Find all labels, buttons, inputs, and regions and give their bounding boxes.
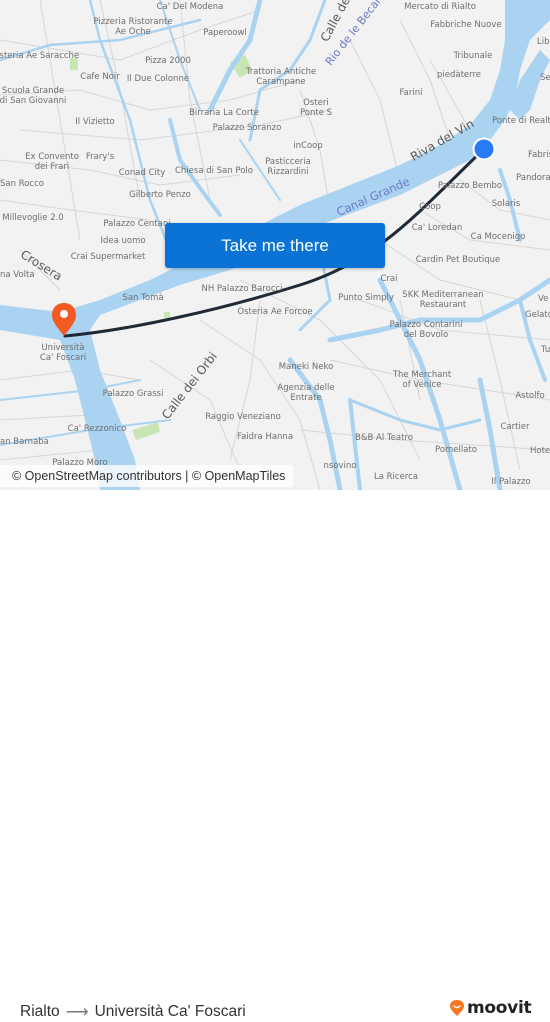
destination-name: Università Ca' Foscari bbox=[94, 1003, 246, 1020]
place-label: inCoop bbox=[293, 141, 323, 151]
place-label: B&B Al Teatro bbox=[355, 433, 413, 443]
place-label: Il Palazzo bbox=[491, 477, 531, 487]
map-canvas[interactable]: Ca' Del Modena Pizzeria Ristorante Ae Oc… bbox=[0, 0, 550, 490]
destination-label: Università Ca' Foscari bbox=[39, 343, 87, 363]
place-label: Palazzo Soranzo bbox=[212, 123, 282, 133]
place-label: Frary's bbox=[85, 152, 115, 162]
moovit-pin-icon bbox=[450, 1000, 464, 1016]
place-label: Osteria Ae Saracche bbox=[0, 51, 80, 61]
place-label: Birraria La Corte bbox=[189, 108, 259, 118]
place-label: Conad City bbox=[118, 168, 166, 178]
origin-name: Rialto bbox=[20, 1003, 60, 1020]
place-label: Scuola Grande di San Giovanni bbox=[0, 86, 67, 106]
place-label: Crai bbox=[380, 274, 398, 284]
place-label: Mercato di Rialto bbox=[404, 2, 476, 12]
place-label: nsovino bbox=[323, 461, 357, 471]
route-title: Rialto ⟶ Università Ca' Foscari bbox=[20, 1002, 246, 1022]
place-label: Coop bbox=[419, 202, 441, 212]
place-label: Sep bbox=[540, 73, 550, 83]
place-label: The Merchant of Venice bbox=[392, 370, 452, 390]
place-label: Pizzeria Ristorante Ae Oche bbox=[93, 17, 173, 37]
footer-bar: Rialto ⟶ Università Ca' Foscari moovit bbox=[0, 490, 550, 1021]
place-label: Agenzia delle Entrate bbox=[277, 383, 335, 403]
place-label: Paperoowl bbox=[203, 28, 247, 38]
place-label: Pandora bbox=[516, 173, 550, 183]
place-label: piedàterre bbox=[436, 70, 482, 80]
place-label: Palazzo Contarini del Bovolo bbox=[389, 320, 463, 340]
place-label: Ca' Rezzonico bbox=[67, 424, 127, 434]
place-label: SKK Mediterranean Restaurant bbox=[402, 290, 484, 310]
place-label: San Rocco bbox=[0, 179, 44, 189]
place-label: Pasticceria Rizzardini bbox=[265, 157, 311, 177]
place-label: an Barnaba bbox=[0, 437, 49, 447]
place-label: Palazzo Bembo bbox=[437, 181, 503, 191]
place-label: Ca' Del Modena bbox=[156, 2, 224, 12]
moovit-logo[interactable]: moovit bbox=[449, 998, 532, 1018]
place-label: Hotel bbox=[530, 446, 550, 456]
place-label: Millevoglie 2.0 bbox=[2, 213, 64, 223]
place-label: Libr bbox=[537, 37, 550, 47]
place-label: Tribunale bbox=[453, 51, 493, 61]
place-label: Maneki Neko bbox=[278, 362, 334, 372]
place-label: Ponte di Realto bbox=[492, 116, 550, 126]
place-label: Tu bbox=[541, 345, 550, 355]
place-label: Trattoria Antiche Carampane bbox=[245, 67, 317, 87]
place-label: Cafe Noir bbox=[80, 72, 120, 82]
place-label: Fabbriche Nuove bbox=[430, 20, 502, 30]
place-label: Gilberto Penzo bbox=[129, 190, 191, 200]
arrow-right-icon: ⟶ bbox=[65, 1004, 89, 1021]
place-label: Cartier bbox=[500, 422, 530, 432]
place-label: Gelato bbox=[525, 310, 550, 320]
place-label: Ex Convento dei Frari bbox=[25, 152, 79, 172]
place-label: Pizza 2000 bbox=[145, 56, 191, 66]
take-me-there-button[interactable]: Take me there bbox=[165, 223, 385, 268]
place-label: Fabris bbox=[528, 150, 550, 160]
place-label: Raggio Veneziano bbox=[205, 412, 281, 422]
place-label: Ve bbox=[538, 294, 549, 304]
place-label: NH Palazzo Barocci bbox=[201, 284, 283, 294]
place-label: Palazzo Grassi bbox=[102, 389, 164, 399]
place-label: na Volta bbox=[0, 270, 35, 280]
place-label: Ca Mocenigo bbox=[470, 232, 526, 242]
place-label: Osteria Ae Forcoe bbox=[237, 307, 313, 317]
map-attribution[interactable]: © OpenStreetMap contributors | © OpenMap… bbox=[0, 465, 294, 487]
origin-marker[interactable] bbox=[472, 137, 496, 161]
place-label: Pomellato bbox=[435, 445, 477, 455]
place-label: Il Vizietto bbox=[75, 117, 115, 127]
place-label: Il Due Colonne bbox=[126, 74, 190, 84]
place-label: San Tomà bbox=[122, 293, 164, 303]
place-label: Idea uomo bbox=[100, 236, 146, 246]
place-label: Ca' Loredan bbox=[411, 223, 463, 233]
place-label: Osteri Ponte S bbox=[299, 98, 333, 118]
place-label: Astolfo bbox=[515, 391, 545, 401]
brand-name: moovit bbox=[467, 998, 532, 1018]
place-label: Crai Supermarket bbox=[70, 252, 146, 262]
place-label: Cardin Pet Boutique bbox=[415, 255, 501, 265]
place-label: Palazzo Centani bbox=[103, 219, 171, 229]
place-label: Punto Simply bbox=[338, 293, 394, 303]
place-label: Chiesa di San Polo bbox=[175, 166, 253, 176]
place-label: Faidra Hanna bbox=[236, 432, 294, 442]
place-label: La Ricerca bbox=[373, 472, 419, 482]
place-label: Farini bbox=[399, 88, 423, 98]
place-label: Solaris bbox=[491, 199, 521, 209]
